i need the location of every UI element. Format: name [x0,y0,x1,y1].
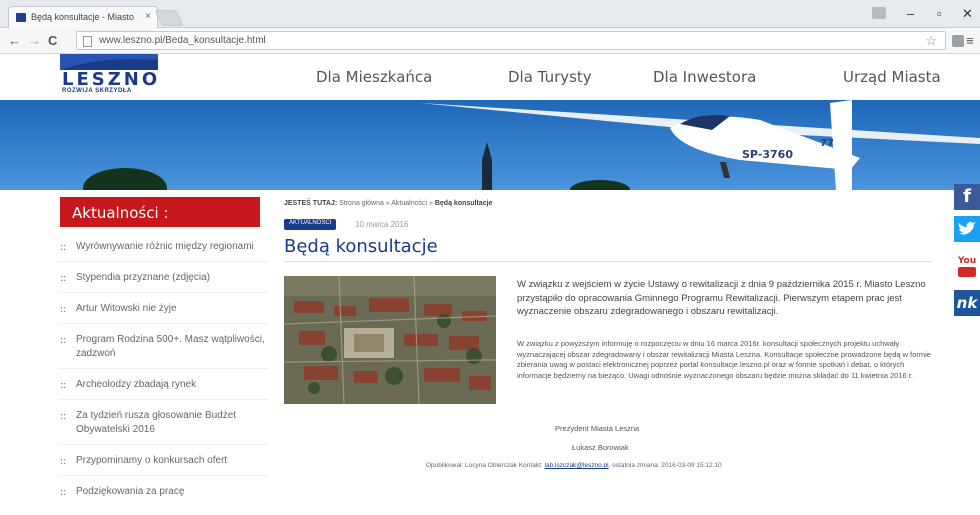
contact-email-link[interactable]: lab.lszczak@leszno.pl [545,462,609,469]
sidebar-news-item[interactable]: :: Program Rodzina 500+. Masz wątpliwości… [58,333,268,369]
menu-icon[interactable]: ≡ [966,33,974,48]
news-link[interactable]: Wyrównywanie różnic między regionami [76,241,254,252]
sidebar-news-item[interactable]: :: Stypendia przyznane (zdjęcia) [58,271,268,293]
site-header: LESZNO ROZWIJA SKRZYDŁA Dla Mieszkańca D… [0,54,980,100]
browser-toolbar: ← → C www.leszno.pl/Beda_konsultacje.htm… [0,28,980,54]
news-link[interactable]: Za tydzień rusza głosowanie Budżet Obywa… [76,410,236,435]
nk-icon[interactable]: nk [954,290,980,316]
news-link[interactable]: Archeolodzy zbadają rynek [76,379,196,390]
breadcrumb: JESTEŚ TUTAJ: Strona główna » Aktualnośc… [284,200,492,207]
nav-dla-inwestora[interactable]: Dla Inwestora [653,68,756,86]
new-tab-button[interactable] [154,10,184,26]
sidebar-news-list: :: Wyrównywanie różnic między regionami :… [58,240,268,515]
bookmark-star-icon[interactable]: ☆ [925,33,937,49]
news-link[interactable]: Stypendia przyznane (zdjęcia) [76,272,210,283]
svg-text:SP-3760: SP-3760 [742,148,793,161]
nav-dla-turysty[interactable]: Dla Turysty [508,68,592,86]
article-date: 10 marca 2016 [355,220,409,229]
restore-button[interactable]: ▫ [937,6,942,21]
bullet-icon: :: [60,380,66,390]
browser-tab[interactable]: Będą konsultacje - Miasto × [8,6,158,28]
footer-suffix: , ostatnia zmiana: 2016-03-09 15:12:10 [608,462,722,469]
logo-wing-graphic [60,54,158,70]
sidebar-news-item[interactable]: :: Archeolodzy zbadają rynek [58,378,268,400]
article-body: W związku z powyższym informuję o rozpoc… [517,339,931,380]
tab-title: Będą konsultacje - Miasto [31,12,135,22]
breadcrumb-label: JESTEŚ TUTAJ: [284,200,338,207]
sidebar-news-item[interactable]: :: Za tydzień rusza głosowanie Budżet Oby… [58,409,268,445]
sidebar-header: Aktualności : [60,197,260,227]
browser-tab-strip: Będą konsultacje - Miasto × – ▫ ✕ [0,0,980,28]
news-link[interactable]: Program Rodzina 500+. Masz wątpliwości, … [76,334,265,359]
news-link[interactable]: Artur Witowski nie żyje [76,303,177,314]
logo-tagline: ROZWIJA SKRZYDŁA [62,88,132,94]
sidebar-news-item[interactable]: :: Wyrównywanie różnic między regionami [58,240,268,262]
breadcrumb-current: Będą konsultacje [434,200,493,207]
bullet-icon: :: [60,273,66,283]
title-divider [284,261,932,262]
close-window-button[interactable]: ✕ [962,6,973,22]
url-text: www.leszno.pl/Beda_konsultacje.html [99,35,266,46]
category-badge[interactable]: AKTUALNOŚCI [284,219,337,230]
bullet-icon: :: [60,456,66,466]
sidebar-news-item[interactable]: :: Przypominamy o konkursach ofert [58,454,268,476]
bullet-icon: :: [60,411,66,421]
forward-icon[interactable]: → [28,33,41,48]
sidebar-news-item[interactable]: :: Artur Witowski nie żyje [58,302,268,324]
signature-name: Łukasz Borowiak [572,443,629,452]
nav-dla-mieszkanca[interactable]: Dla Mieszkańca [316,68,432,86]
address-bar[interactable]: www.leszno.pl/Beda_konsultacje.html ☆ [76,31,946,50]
signature-title: Prezydent Miasta Leszna [555,424,640,433]
logo-wordmark: LESZNO [62,69,161,90]
back-icon[interactable]: ← [8,33,21,48]
bullet-icon: :: [60,304,66,314]
news-link[interactable]: Podziękowania za pracę [76,486,184,497]
profile-icon[interactable] [872,7,886,19]
facebook-icon[interactable]: f [954,184,980,210]
tab-close-icon[interactable]: × [145,11,151,22]
favicon-icon [16,13,26,22]
page-icon [83,36,92,47]
youtube-icon[interactable]: You [954,254,980,280]
article-title: Będą konsultacje [284,236,438,257]
svg-text:77: 77 [820,138,834,149]
youtube-label: You [957,256,977,266]
bullet-icon: :: [60,242,66,252]
bullet-icon: :: [60,335,66,345]
article-meta-footer: Opublikował: Lucyna Oblerczak Kontakt: l… [426,462,722,469]
breadcrumb-path[interactable]: Strona główna » Aktualności » [339,200,433,207]
leszno-logo[interactable]: LESZNO ROZWIJA SKRZYDŁA [60,54,158,96]
news-link[interactable]: Przypominamy o konkursach ofert [76,455,227,466]
minimize-button[interactable]: – [907,6,914,21]
article-photo[interactable] [284,276,496,404]
article-lead: W związku z wejściem w życie Ustawy o re… [517,279,926,317]
twitter-icon[interactable] [954,216,980,242]
footer-prefix: Opublikował: Lucyna Oblerczak Kontakt: [426,462,543,469]
bullet-icon: :: [60,487,66,497]
reload-icon[interactable]: C [48,33,57,48]
extension-icon[interactable] [952,35,964,47]
nav-urzad-miasta[interactable]: Urząd Miasta [843,68,941,86]
sidebar-news-item[interactable]: :: Podziękowania za pracę [58,485,268,506]
header-banner-image: SP-3760 77 [0,100,980,190]
